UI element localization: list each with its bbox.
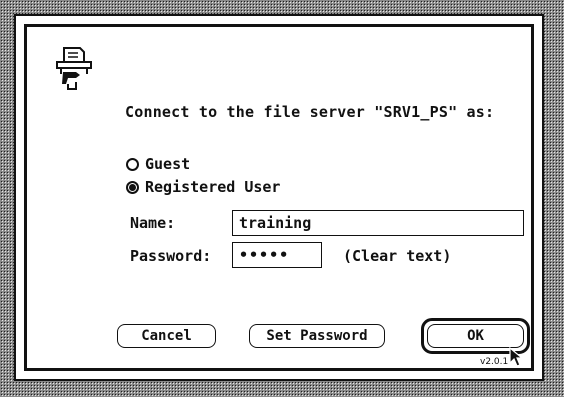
connect-prompt: Connect to the file server "SRV1_PS" as: <box>125 103 495 121</box>
radio-selected-icon[interactable] <box>126 180 139 194</box>
arrow-cursor-icon <box>509 347 524 367</box>
dialog-inner-border: Connect to the file server "SRV1_PS" as:… <box>24 24 534 371</box>
connect-dialog: Connect to the file server "SRV1_PS" as:… <box>14 14 544 381</box>
cancel-button[interactable]: Cancel <box>117 324 216 348</box>
radio-unselected-icon[interactable] <box>126 157 139 171</box>
registered-user-label: Registered User <box>145 178 281 196</box>
password-field[interactable]: ••••• <box>232 242 322 268</box>
version-label: v2.0.1 <box>480 357 509 367</box>
password-label: Password: <box>130 247 212 265</box>
guest-label: Guest <box>145 155 191 173</box>
name-field[interactable]: training <box>232 210 524 236</box>
password-mode-label: (Clear text) <box>343 247 452 265</box>
name-label: Name: <box>130 214 176 232</box>
guest-option[interactable]: Guest <box>126 155 190 173</box>
registered-user-option[interactable]: Registered User <box>126 178 280 196</box>
file-server-icon <box>56 47 92 90</box>
set-password-button[interactable]: Set Password <box>249 324 385 348</box>
ok-button[interactable]: OK <box>427 324 524 348</box>
